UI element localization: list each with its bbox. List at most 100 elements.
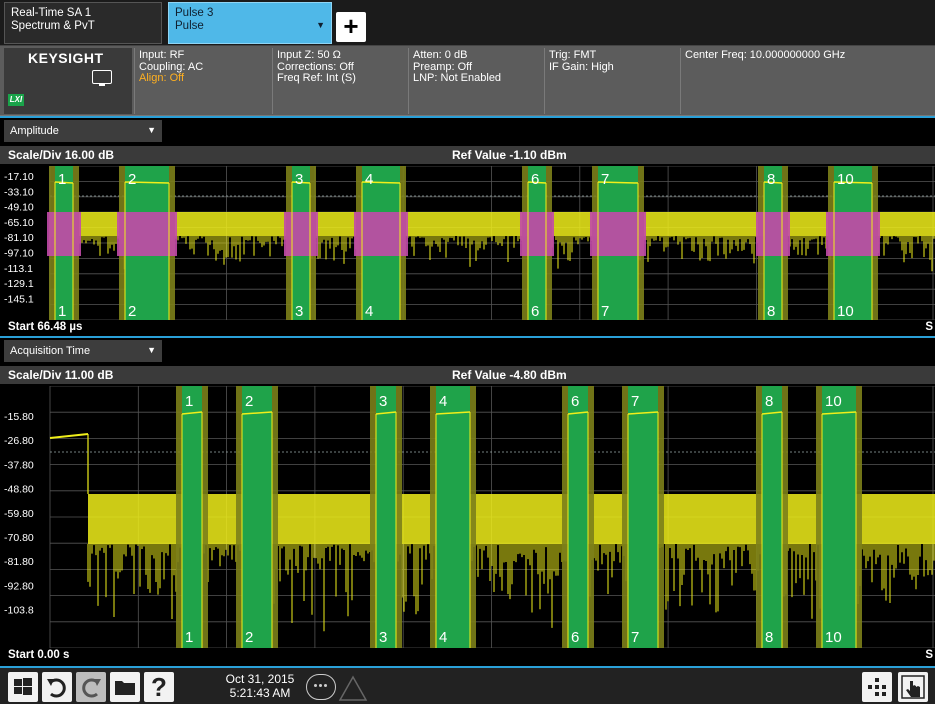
pulse-label: 7 — [631, 393, 639, 410]
y-tick-label: -97.10 — [4, 248, 34, 260]
atten-setting: Atten: 0 dB — [413, 49, 468, 61]
measurement-tab-line2: Pulse — [175, 20, 204, 32]
impedance-settings[interactable]: Input Z: 50 Ω Corrections: Off Freq Ref:… — [272, 48, 408, 114]
redo-icon — [82, 678, 101, 698]
pulse-label: 1 — [58, 303, 66, 320]
input-z-setting: Input Z: 50 Ω — [277, 49, 341, 61]
pulse-overlay — [47, 212, 81, 256]
frequency-settings[interactable]: Center Freq: 10.000000000 GHz — [680, 48, 935, 114]
y-tick-label: -103.8 — [4, 605, 34, 617]
window1-ref-value: Ref Value -1.10 dBm — [452, 148, 567, 162]
time-text: 5:21:43 AM — [229, 686, 291, 700]
y-tick-label: -92.80 — [4, 580, 34, 592]
window2-stop: S — [925, 649, 933, 661]
windows-icon — [14, 678, 32, 695]
amplitude-window[interactable]: Amplitude ▼ Scale/Div 16.00 dB Ref Value… — [0, 118, 935, 336]
pulse-gate — [376, 386, 396, 648]
pulse-label: 10 — [825, 629, 842, 646]
pulse-gate — [242, 386, 272, 648]
pulse-label: 6 — [571, 629, 579, 646]
mode-tab[interactable]: Real-Time SA 1 Spectrum & PvT — [4, 2, 162, 44]
windows-start-button[interactable] — [8, 672, 38, 702]
y-tick-label: -81.80 — [4, 556, 34, 568]
pulse-gate — [762, 386, 782, 648]
message-icon[interactable] — [306, 674, 336, 700]
pulse-overlay — [756, 212, 790, 256]
file-button[interactable] — [110, 672, 140, 702]
mode-tab-line2: Spectrum & PvT — [11, 20, 95, 32]
touch-button[interactable] — [898, 672, 928, 702]
chevron-down-icon: ▼ — [147, 345, 156, 355]
y-tick-label: -70.80 — [4, 532, 34, 544]
logo-area: KEYSIGHT LXI — [4, 48, 132, 114]
layout-icon — [868, 678, 886, 696]
pulse-overlay — [117, 212, 177, 256]
y-tick-label: -17.10 — [4, 171, 34, 183]
input-setting: Input: RF — [139, 49, 185, 61]
chevron-down-icon[interactable]: ▼ — [316, 19, 325, 32]
pulse-overlay — [520, 212, 554, 256]
input-settings[interactable]: Input: RF Coupling: AC Align: Off — [134, 48, 272, 114]
window2-header: Scale/Div 11.00 dB Ref Value -4.80 dBm — [0, 366, 935, 384]
pulse-label: 6 — [531, 171, 539, 188]
trigger-settings[interactable]: Trig: FMT IF Gain: High — [544, 48, 680, 114]
screen-icon[interactable] — [92, 70, 112, 86]
undo-button[interactable] — [42, 672, 72, 702]
y-tick-label: -49.10 — [4, 202, 34, 214]
pulse-label: 4 — [365, 171, 373, 188]
folder-icon — [115, 681, 135, 695]
trig-setting: Trig: FMT — [549, 49, 597, 61]
pulse-label: 6 — [531, 303, 539, 320]
pulse-label: 6 — [571, 393, 579, 410]
pulse-gate — [182, 386, 202, 648]
undo-icon — [47, 678, 66, 698]
mode-tab-line1: Real-Time SA 1 — [11, 7, 92, 19]
attenuation-settings[interactable]: Atten: 0 dB Preamp: Off LNP: Not Enabled — [408, 48, 544, 114]
date-time: Oct 31, 2015 5:21:43 AM — [220, 672, 300, 700]
y-tick-label: -48.80 — [4, 484, 34, 496]
y-tick-label: -113.1 — [4, 263, 33, 275]
window1-footer: Start 66.48 µs S — [0, 320, 935, 334]
window2-footer: Start 0.00 s S — [0, 648, 935, 662]
window2-plot[interactable]: -15.80 -26.80 -37.80 -48.80 -59.80 -70.80 -81.… — [0, 386, 935, 648]
acquisition-time-window[interactable]: Acquisition Time ▼ Scale/Div 11.00 dB Re… — [0, 338, 935, 664]
y-tick-label: -145.1 — [4, 293, 34, 305]
redo-button[interactable] — [76, 672, 106, 702]
pulse-label: 7 — [631, 629, 639, 646]
help-button[interactable]: ? — [144, 672, 174, 702]
pulse-label: 4 — [439, 629, 447, 646]
tab-bar: Real-Time SA 1 Spectrum & PvT Pulse 3 Pu… — [0, 0, 935, 46]
measurement-tab[interactable]: Pulse 3 Pulse ▼ — [168, 2, 332, 44]
pulse-label: 2 — [245, 393, 253, 410]
noise-floor — [50, 212, 935, 236]
pulse-label: 10 — [837, 303, 854, 320]
window-layout-button[interactable] — [862, 672, 892, 702]
window2-start: Start 0.00 s — [8, 649, 70, 661]
pulse-label: 4 — [365, 303, 373, 320]
window2-view-dropdown[interactable]: Acquisition Time ▼ — [4, 340, 162, 362]
window1-view-dropdown[interactable]: Amplitude ▼ — [4, 120, 162, 142]
warning-triangle-icon[interactable] — [338, 674, 368, 702]
pulse-label: 8 — [765, 629, 773, 646]
pulse-label: 10 — [837, 171, 854, 188]
pulse-label: 1 — [58, 171, 66, 188]
pulse-gate — [822, 386, 856, 648]
settings-panel: KEYSIGHT LXI Input: RF Coupling: AC Alig… — [0, 46, 935, 116]
align-setting: Align: Off — [139, 72, 185, 84]
window2-ref-value: Ref Value -4.80 dBm — [452, 368, 567, 382]
window1-stop: S — [925, 321, 933, 333]
date-text: Oct 31, 2015 — [225, 672, 295, 686]
noise-spikes — [87, 544, 935, 632]
pulse-label: 4 — [439, 393, 447, 410]
pulse-label: 8 — [767, 171, 775, 188]
pulse-label: 3 — [379, 393, 387, 410]
touch-hand-icon — [901, 675, 925, 699]
window1-plot[interactable]: -17.10 -33.10 -49.10 -65.10 -81.10 -97.10 -113… — [0, 166, 935, 320]
window1-view-label: Amplitude — [10, 125, 59, 137]
measurement-tab-line1: Pulse 3 — [175, 7, 214, 19]
window2-view-label: Acquisition Time — [10, 345, 91, 357]
pulse-label: 8 — [765, 393, 773, 410]
pulse-label: 3 — [379, 629, 387, 646]
pulse-label: 7 — [601, 171, 609, 188]
add-tab-button[interactable]: + — [336, 12, 366, 42]
